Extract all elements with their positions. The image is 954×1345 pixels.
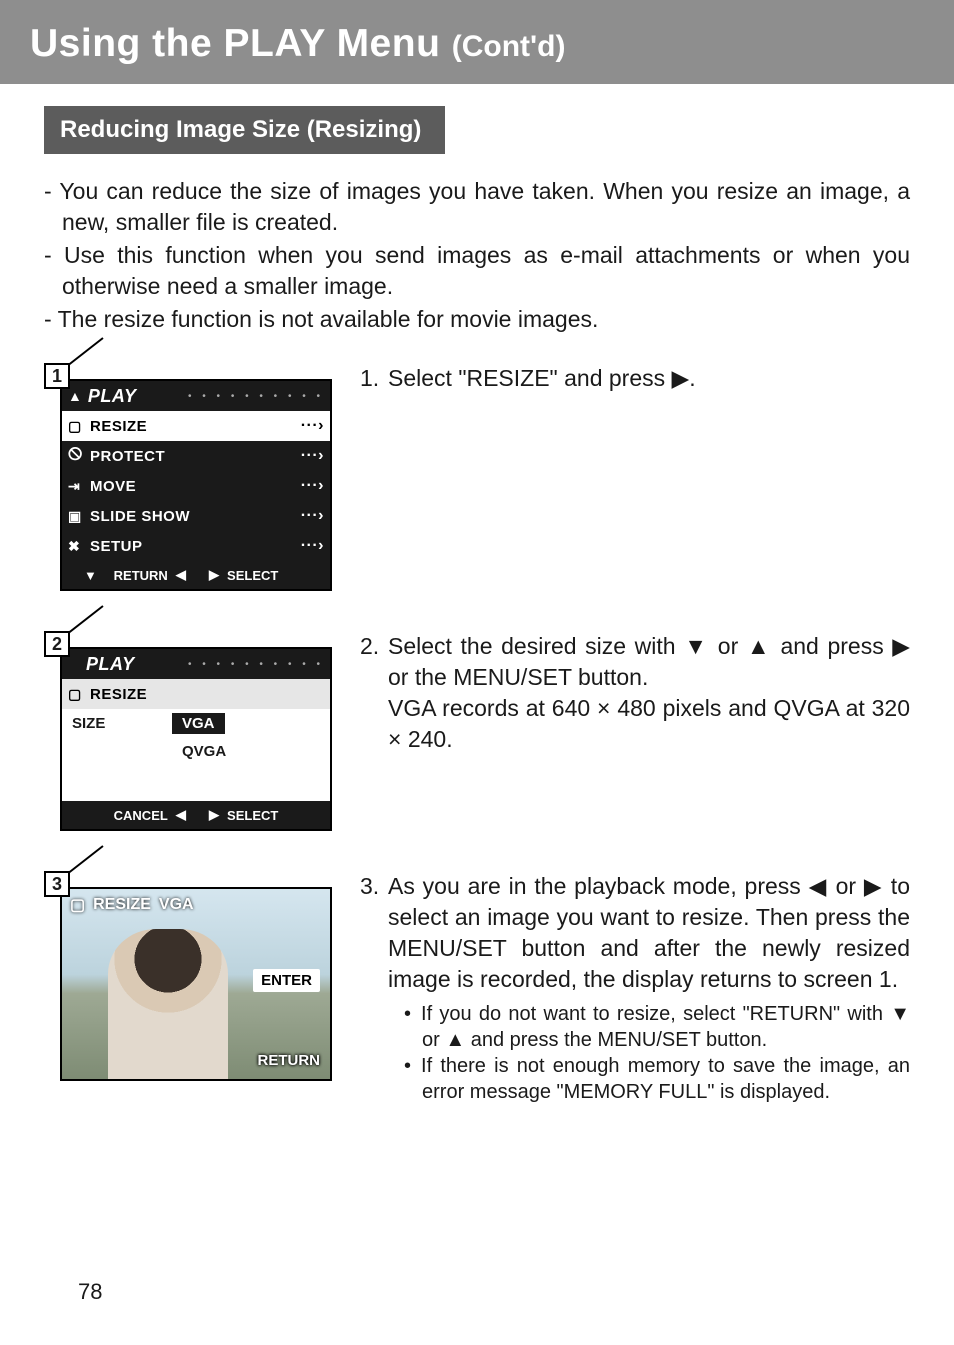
menu-label: MOVE (90, 478, 301, 495)
overlay-size: VGA (159, 896, 194, 914)
option-value: QVGA (172, 741, 236, 762)
right-arrow-icon: ▶ (209, 807, 219, 823)
size-key: SIZE (72, 715, 172, 732)
screenshot-3: 3 ▢ RESIZE VGA ENTER RETURN (44, 871, 334, 1105)
setup-icon: ✖ (68, 538, 90, 555)
page-number: 78 (78, 1279, 102, 1305)
section-heading: Reducing Image Size (Resizing) (44, 106, 445, 154)
footer-select: SELECT (227, 568, 278, 583)
option-qvga[interactable]: QVGA (62, 737, 330, 765)
option-value: VGA (172, 713, 225, 734)
menu-item-protect[interactable]: 🛇PROTECT···› (62, 441, 330, 471)
screenshot-2: 2 PLAY • • • • • • • • • • ▢RESIZE SIZEV… (44, 631, 334, 831)
step-body-line: VGA records at 640 × 480 pixels and QVGA… (388, 695, 910, 752)
move-icon: ⇥ (68, 478, 90, 495)
chevron-up-icon: ▲ (68, 388, 82, 404)
dots-decoration: • • • • • • • • • • (135, 659, 324, 670)
screenshot-1: 1 ▲ PLAY • • • • • • • • • • ▢RESIZE···›… (44, 363, 334, 591)
resize-icon: ▢ (70, 895, 85, 915)
footer-cancel: CANCEL (114, 808, 168, 823)
step-badge-3: 3 (44, 871, 70, 897)
menu-footer: CANCEL ◀ ▶ SELECT (62, 801, 330, 829)
menu-header: PLAY • • • • • • • • • • (62, 649, 330, 679)
footer-return: RETURN (114, 568, 168, 583)
step-num: 3. (360, 871, 388, 1105)
left-arrow-icon: ◀ (176, 807, 186, 823)
left-arrow-icon: ◀ (176, 567, 186, 583)
step-badge-1: 1 (44, 363, 70, 389)
slideshow-icon: ▣ (68, 508, 90, 525)
submenu-label: RESIZE (90, 686, 324, 703)
menu-label: SETUP (90, 538, 301, 555)
enter-button[interactable]: ENTER (253, 969, 320, 992)
step-num: 1. (360, 363, 388, 394)
page-banner: Using the PLAY Menu (Cont'd) (0, 0, 954, 84)
menu-footer: ▼ RETURN ◀ ▶ SELECT (62, 561, 330, 589)
bullet-1: If you do not want to resize, select "RE… (388, 1001, 910, 1053)
step-num: 2. (360, 631, 388, 755)
step-body: As you are in the playback mode, press ◀… (388, 873, 910, 992)
menu-item-resize[interactable]: ▢RESIZE···› (62, 411, 330, 441)
banner-title: Using the PLAY Menu (30, 22, 452, 65)
banner-sub: (Cont'd) (452, 30, 566, 63)
submenu-header: ▢RESIZE (62, 679, 330, 709)
menu-title: PLAY (86, 654, 135, 675)
menu-title: PLAY (88, 386, 137, 407)
protect-icon: 🛇 (68, 444, 90, 468)
more-icon: ···› (301, 537, 324, 555)
menu-header: ▲ PLAY • • • • • • • • • • (62, 381, 330, 411)
step-body-line: Select the desired size with ▼ or ▲ and … (388, 633, 910, 690)
more-icon: ···› (301, 447, 324, 465)
intro-line-2: - Use this function when you send images… (44, 240, 910, 302)
resize-icon: ▢ (68, 418, 90, 435)
intro-block: - You can reduce the size of images you … (44, 176, 910, 335)
step-2-text: 2. Select the desired size with ▼ or ▲ a… (360, 631, 910, 831)
preview-photo: ▢ RESIZE VGA ENTER RETURN (62, 889, 330, 1079)
person-illustration (108, 929, 228, 1079)
more-icon: ···› (301, 507, 324, 525)
bullet-2: If there is not enough memory to save th… (388, 1053, 910, 1105)
more-icon: ···› (301, 477, 324, 495)
menu-label: RESIZE (90, 418, 301, 435)
return-button[interactable]: RETURN (258, 1052, 321, 1069)
step-1-text: 1. Select "RESIZE" and press ▶. (360, 363, 910, 591)
intro-line-3: - The resize function is not available f… (44, 304, 910, 335)
menu-label: PROTECT (90, 448, 301, 465)
menu-label: SLIDE SHOW (90, 508, 301, 525)
menu-item-move[interactable]: ⇥MOVE···› (62, 471, 330, 501)
overlay-mode: RESIZE (93, 896, 151, 914)
option-vga[interactable]: SIZEVGA (62, 709, 330, 737)
chevron-down-icon: ▼ (84, 568, 97, 583)
menu-item-slideshow[interactable]: ▣SLIDE SHOW···› (62, 501, 330, 531)
step-badge-2: 2 (44, 631, 70, 657)
right-arrow-icon: ▶ (209, 567, 219, 583)
resize-icon: ▢ (68, 686, 90, 703)
step-3-text: 3. As you are in the playback mode, pres… (360, 871, 910, 1105)
more-icon: ···› (301, 417, 324, 435)
menu-item-setup[interactable]: ✖SETUP···› (62, 531, 330, 561)
step-body: Select "RESIZE" and press ▶. (388, 363, 910, 394)
footer-select: SELECT (227, 808, 278, 823)
intro-line-1: - You can reduce the size of images you … (44, 176, 910, 238)
dots-decoration: • • • • • • • • • • (137, 391, 324, 402)
